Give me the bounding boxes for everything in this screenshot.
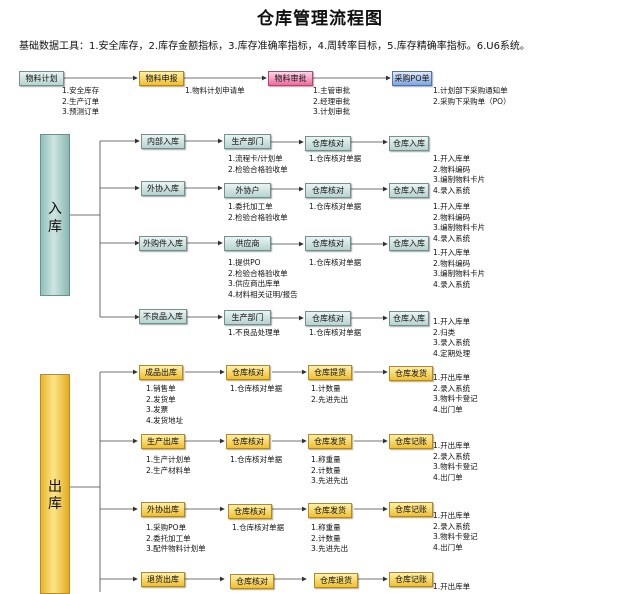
inbound-store[interactable]: 仓库入库 [389,183,429,198]
outbound-check[interactable]: 仓库核对 [230,574,274,589]
notes-inbound-check: 1.仓库核对单据 [309,328,362,337]
inbound-check[interactable]: 仓库核对 [305,311,351,326]
inbound-label-1: 入 [48,201,62,217]
notes-material-plan: 1.安全库存 2.生产订单 3.预测订单 [62,86,100,116]
inbound-type-purchased[interactable]: 外购件入库 [139,236,187,251]
outbound-issue[interactable]: 仓库发货 [308,434,352,449]
inbound-store[interactable]: 仓库入库 [389,136,429,151]
node-material-plan[interactable]: 物料计划 [19,71,64,86]
outbound-bookkeep[interactable]: 仓库记账 [389,434,433,449]
outbound-bookkeep[interactable]: 仓库记账 [389,572,433,587]
inbound-type-internal[interactable]: 内部入库 [141,134,185,149]
notes-outbound-end: 1.开出库单 2.录入系统 3.物料卡登记 4.出门单 [433,441,478,482]
notes-purchase-po: 1.计划部下采购通知单 2.采购下采购单（PO） [433,86,511,106]
inbound-src-production[interactable]: 生产部门 [224,134,271,149]
notes-material-apply: 1.物料计划申请单 [185,86,245,95]
inbound-check[interactable]: 仓库核对 [305,136,351,151]
outbound-pick[interactable]: 仓库提货 [308,365,352,380]
notes-inbound-end: 1.开入库单 2.物料编码 3.编制物料卡片 4.录入系统 [433,154,486,195]
inbound-src-production[interactable]: 生产部门 [224,310,271,325]
notes-outbound-type: 1.采购PO单 2.委托加工单 3.配件物料计划单 [146,523,206,553]
outbound-return[interactable]: 仓库退货 [314,573,358,588]
notes-outbound-end: 1.开出库单 2.录入系统 3.物料卡登记 4.出门单 [433,511,478,552]
inbound-store[interactable]: 仓库入库 [389,311,429,326]
notes-outbound-check: 1.仓库核对单据 [230,384,283,393]
notes-outbound-act: 1.称重量 2.计数量 3.先进先出 [311,523,349,553]
node-material-approve[interactable]: 物料审批 [268,71,313,86]
outbound-label-2: 库 [48,496,62,512]
notes-inbound-check: 1.仓库核对单据 [309,202,362,211]
notes-outbound-act: 1.计数量 2.先进先出 [311,384,349,404]
notes-inbound-end: 1.开入库单 2.物料编码 3.编制物料卡片 4.录入系统 [433,202,486,243]
notes-outbound-end: 1.开出库单 2.录入系统 3.物料卡登记 4.出门单 [433,373,478,414]
outbound-issue[interactable]: 仓库发货 [308,503,352,518]
notes-outbound-check: 1.仓库核对单据 [230,455,283,464]
notes-inbound-end: 1.开入库单 2.归类 3.录入系统 4.定期处理 [433,317,471,358]
outbound-type-return[interactable]: 退货出库 [141,572,185,587]
outbound-type-production[interactable]: 生产出库 [141,434,185,449]
notes-inbound-check: 1.仓库核对单据 [309,258,362,267]
notes-inbound-src: 1.提供PO 2.检验合格验收单 3.供应商出库单 4.材料相关证明/报告 [228,258,298,299]
notes-inbound-src: 1.不良品处理单 [228,328,281,337]
inbound-check[interactable]: 仓库核对 [305,236,351,251]
notes-outbound-end: 1.开出库单 [433,582,471,591]
notes-inbound-check: 1.仓库核对单据 [309,154,362,163]
outbound-bookkeep[interactable]: 仓库记账 [389,502,433,517]
notes-outbound-check: 1.仓库核对单据 [232,523,285,532]
outbound-ship[interactable]: 仓库发货 [389,366,433,381]
node-material-apply[interactable]: 物料申报 [139,71,184,86]
notes-outbound-type: 1.销售单 2.发货单 3.发票 4.发货地址 [146,384,184,425]
inbound-store[interactable]: 仓库入库 [389,236,429,251]
outbound-type-finished[interactable]: 成品出库 [139,365,183,380]
inbound-type-outsourced[interactable]: 外协入库 [141,181,185,196]
inbound-src-supplier[interactable]: 供应商 [224,236,271,251]
notes-inbound-src: 1.委托加工单 2.检验合格验收单 [228,202,288,222]
inbound-label-2: 库 [48,219,62,235]
notes-inbound-src: 1.流程卡/计划单 2.检验合格验收单 [228,154,288,174]
outbound-check[interactable]: 仓库核对 [226,434,270,449]
node-purchase-po[interactable]: 采购PO单 [392,71,432,86]
notes-outbound-type: 1.生产计划单 2.生产材料单 [146,455,191,475]
inbound-check[interactable]: 仓库核对 [305,183,351,198]
notes-inbound-end: 1.开入库单 2.物料编码 3.编制物料卡片 4.录入系统 [433,248,486,289]
outbound-type-outsourced[interactable]: 外协出库 [141,502,185,517]
inbound-type-defective[interactable]: 不良品入库 [139,309,187,324]
notes-outbound-act: 1.称重量 2.计数量 3.先进先出 [311,455,349,485]
outbound-check[interactable]: 仓库核对 [226,365,270,380]
outbound-check[interactable]: 仓库核对 [228,504,272,519]
outbound-label-1: 出 [48,479,62,495]
inbound-src-outsourcer[interactable]: 外协户 [224,183,271,198]
notes-material-approve: 1.主管审批 2.经理审批 3.计划审批 [313,86,351,116]
